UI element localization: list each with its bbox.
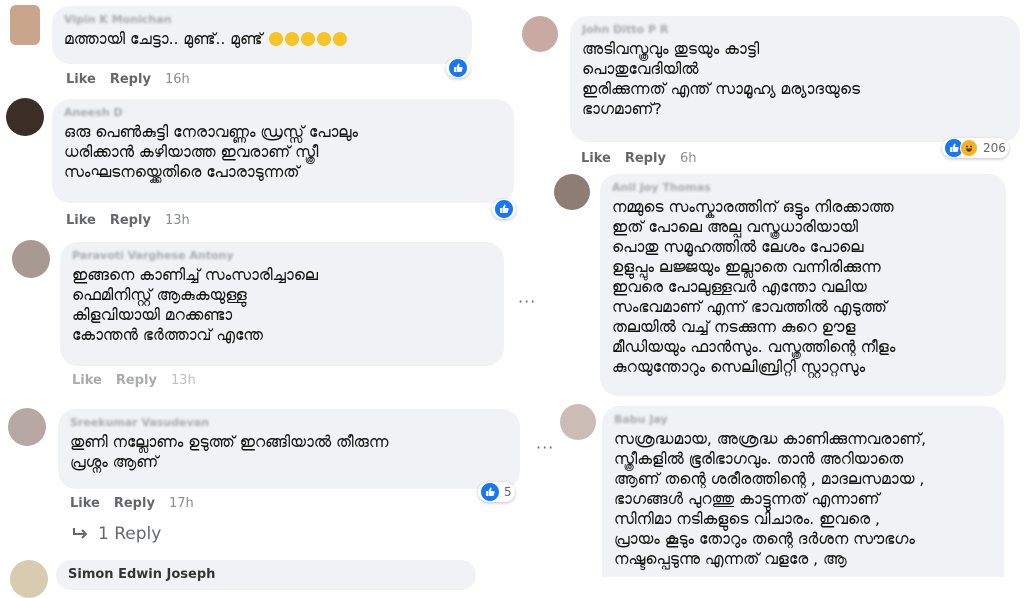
like-button[interactable]: Like	[72, 373, 102, 388]
avatar[interactable]	[8, 408, 46, 446]
view-replies-link[interactable]: 1 Reply	[72, 524, 161, 544]
comment-author[interactable]: John Ditto P R	[582, 23, 1008, 36]
avatar[interactable]	[10, 5, 40, 45]
comment-bubble: John Ditto P R അടിവസ്ത്രവും തുടയും കാട്ട…	[570, 16, 1020, 142]
comment-text: സശ്രദ്ധമായ, അശ്രദ്ധ കാണിക്കുന്നവരാണ്, സ്…	[614, 430, 927, 568]
timestamp[interactable]: 17h	[169, 496, 194, 511]
like-button[interactable]: Like	[66, 72, 96, 87]
comment-text: തുണി നല്ലോണം ഉടുത്ത് ഇറങ്ങിയാൽ തീരുന്ന പ…	[70, 433, 389, 471]
reaction-summary[interactable]	[492, 199, 516, 219]
thumbs-up-icon	[495, 200, 513, 218]
comment-bubble: Simon Edwin Joseph	[56, 560, 476, 590]
comment-bubble: Vipin K Monichan മത്തായി ചേട്ടാ.. മുണ്ട്…	[52, 6, 472, 64]
comment-author[interactable]: Vipin K Monichan	[64, 13, 460, 26]
comment-actions: Like Reply 13h	[72, 373, 196, 388]
reaction-count: 5	[504, 485, 512, 499]
comment-author[interactable]: Aneesh D	[64, 106, 502, 119]
comment-actions: Like Reply 6h	[581, 151, 696, 166]
comment-bubble: Aneesh D ഒരു പെൺകുട്ടി നേരാവണ്ണം ഡ്രസ്സ്…	[52, 99, 514, 203]
like-button[interactable]: Like	[581, 151, 611, 166]
thumbs-up-icon	[481, 483, 499, 501]
avatar[interactable]	[560, 404, 596, 440]
reaction-summary[interactable]: 206	[942, 138, 1009, 158]
timestamp[interactable]: 13h	[171, 373, 196, 388]
timestamp[interactable]: 6h	[680, 151, 697, 166]
comment-bubble: Paravoti Varghese Antony ഇങ്ങനെ കാണിച്ച്…	[60, 242, 504, 366]
comment-author[interactable]: Sreekumar Vasudevan	[70, 416, 508, 429]
avatar[interactable]	[6, 98, 44, 136]
like-button[interactable]: Like	[70, 496, 100, 511]
reply-arrow-icon	[72, 524, 88, 544]
more-options-icon[interactable]: ···	[518, 292, 536, 311]
avatar[interactable]	[522, 16, 558, 52]
reply-button[interactable]: Reply	[110, 213, 151, 228]
haha-icon	[960, 139, 978, 157]
reply-button[interactable]: Reply	[116, 373, 157, 388]
comment-text: അടിവസ്ത്രവും തുടയും കാട്ടി പൊതുവേദിയിൽ ഇ…	[582, 40, 861, 118]
reaction-summary[interactable]	[446, 58, 470, 78]
comment-text: ഇങ്ങനെ കാണിച്ച് സംസാരിച്ചാലെ ഫെമിനിസ്റ്റ…	[72, 266, 319, 344]
avatar[interactable]	[12, 240, 50, 278]
reply-button[interactable]: Reply	[625, 151, 666, 166]
reaction-summary[interactable]: 5	[478, 482, 515, 502]
comment-bubble: Babu Jay സശ്രദ്ധമായ, അശ്രദ്ധ കാണിക്കുന്ന…	[602, 406, 1004, 577]
comment-text: നമ്മുടെ സംസ്കാരത്തിന് ഒട്ടും നിരക്കാത്ത …	[612, 198, 896, 376]
comment-actions: Like Reply 17h	[70, 496, 194, 511]
comment-text: ഒരു പെൺകുട്ടി നേരാവണ്ണം ഡ്രസ്സ് പോലും ധര…	[64, 123, 359, 181]
view-replies-label[interactable]: 1 Reply	[98, 524, 161, 544]
comment-actions: Like Reply 13h	[66, 213, 190, 228]
timestamp[interactable]: 16h	[165, 72, 190, 87]
thumbs-up-icon	[449, 59, 467, 77]
avatar[interactable]	[554, 174, 590, 210]
comment-bubble: Sreekumar Vasudevan തുണി നല്ലോണം ഉടുത്ത്…	[58, 409, 520, 489]
reply-button[interactable]: Reply	[110, 72, 151, 87]
more-options-icon[interactable]: ···	[536, 438, 554, 457]
avatar[interactable]	[10, 560, 48, 598]
comment-author[interactable]: Babu Jay	[614, 413, 992, 426]
comment-actions: Like Reply 16h	[66, 72, 190, 87]
like-button[interactable]: Like	[66, 213, 96, 228]
timestamp[interactable]: 13h	[165, 213, 190, 228]
reaction-count: 206	[983, 141, 1006, 155]
comment-author[interactable]: Anil Joy Thomas	[612, 181, 994, 194]
comment-bubble: Anil Joy Thomas നമ്മുടെ സംസ്കാരത്തിന് ഒട…	[600, 174, 1006, 396]
comment-author[interactable]: Simon Edwin Joseph	[68, 567, 464, 582]
comment-text: മത്തായി ചേട്ടാ.. മുണ്ട്.. മുണ്ട്	[64, 29, 460, 49]
reply-button[interactable]: Reply	[114, 496, 155, 511]
laugh-emoji-icon	[262, 30, 348, 48]
comment-author[interactable]: Paravoti Varghese Antony	[72, 249, 492, 262]
